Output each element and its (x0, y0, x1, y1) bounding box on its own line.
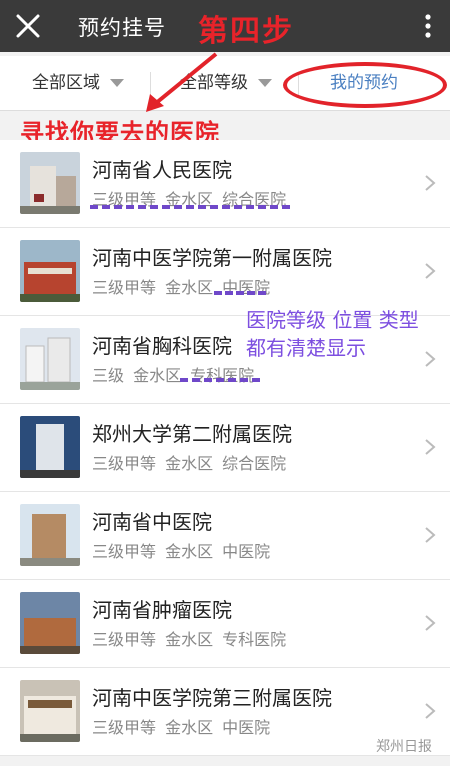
hospital-name: 郑州大学第二附属医院 (92, 422, 292, 446)
hospital-meta: 三级甲等 金水区 中医院 (92, 718, 271, 737)
chevron-right-icon (425, 527, 436, 543)
caret-down-icon (258, 79, 272, 87)
hospital-meta: 三级甲等 金水区 专科医院 (92, 630, 287, 649)
chevron-right-icon (425, 615, 436, 631)
chevron-right-icon (425, 703, 436, 719)
annotation-arrow-icon (146, 52, 218, 112)
watermark: 郑州日报 (376, 739, 432, 755)
caret-down-icon (110, 79, 124, 87)
hospital-name: 河南中医学院第三附属医院 (92, 686, 332, 710)
info-annotation: 医院等级 位置 类型 都有清楚显示 (246, 306, 419, 362)
hospital-name: 河南省胸科医院 (92, 334, 232, 358)
hospital-photo (20, 592, 80, 654)
filter-area-label: 全部区域 (32, 73, 100, 93)
hospital-photo (20, 328, 80, 390)
chevron-right-icon (425, 175, 436, 191)
hospital-photo (20, 240, 80, 302)
more-vertical-icon[interactable] (420, 10, 436, 42)
list-item[interactable]: 河南省肿瘤医院 三级甲等 金水区 专科医院 (0, 580, 450, 668)
info-annotation-line: 医院等级 位置 类型 (246, 308, 419, 332)
hospital-name: 河南省肿瘤医院 (92, 598, 232, 622)
hospital-photo (20, 152, 80, 214)
hospital-photo (20, 504, 80, 566)
close-icon[interactable] (12, 10, 44, 42)
hospital-photo (20, 416, 80, 478)
page-title: 预约挂号 (78, 16, 166, 40)
chevron-right-icon (425, 263, 436, 279)
list-item[interactable]: 河南中医学院第一附属医院 三级甲等 金水区 中医院 (0, 228, 450, 316)
hospital-photo (20, 680, 80, 742)
dashed-underline (214, 291, 266, 295)
dashed-underline (180, 378, 260, 382)
hospital-meta: 三级甲等 金水区 中医院 (92, 542, 271, 561)
list-item[interactable]: 郑州大学第二附属医院 三级甲等 金水区 综合医院 (0, 404, 450, 492)
hospital-meta: 三级 金水区 专科医院 (92, 366, 255, 385)
hospital-meta: 三级甲等 金水区 综合医院 (92, 454, 287, 473)
hospital-name: 河南省中医院 (92, 510, 212, 534)
filter-area[interactable]: 全部区域 (32, 56, 124, 110)
list-item[interactable]: 河南省中医院 三级甲等 金水区 中医院 (0, 492, 450, 580)
hospital-name: 河南中医学院第一附属医院 (92, 246, 332, 270)
step-annotation: 第四步 (198, 14, 294, 49)
dashed-underline (90, 205, 290, 209)
highlight-ellipse (283, 62, 447, 108)
hospital-list: 河南省人民医院 三级甲等 金水区 综合医院 河南中医学院第一附属医院 三级甲等 … (0, 140, 450, 756)
info-annotation-line: 都有清楚显示 (246, 336, 366, 360)
chevron-right-icon (425, 351, 436, 367)
chevron-right-icon (425, 439, 436, 455)
hospital-name: 河南省人民医院 (92, 158, 232, 182)
list-item[interactable]: 河南省人民医院 三级甲等 金水区 综合医院 (0, 140, 450, 228)
